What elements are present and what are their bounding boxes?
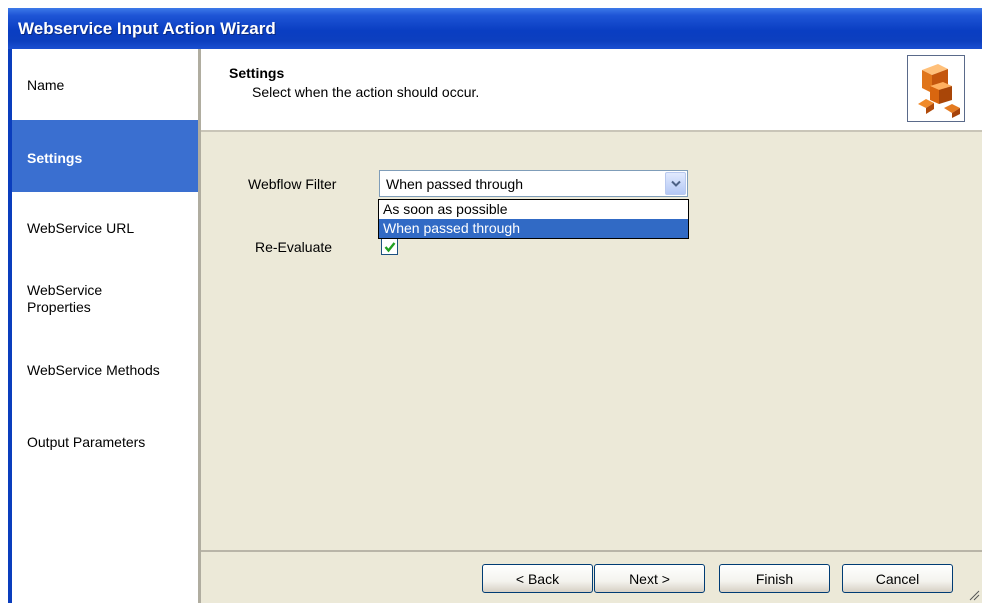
- sidebar-item-webservice-methods[interactable]: WebService Methods: [12, 332, 198, 402]
- finish-button[interactable]: Finish: [719, 564, 830, 593]
- sidebar-item-webservice-properties[interactable]: WebService Properties: [12, 262, 198, 332]
- sidebar-item-label: Settings: [27, 150, 83, 166]
- chevron-down-icon: [671, 180, 681, 187]
- cancel-button[interactable]: Cancel: [842, 564, 953, 593]
- resize-grip-icon[interactable]: [968, 589, 980, 601]
- sidebar-item-label: WebService Methods: [27, 362, 160, 378]
- sidebar-item-output-parameters[interactable]: Output Parameters: [12, 402, 198, 472]
- page-subtitle: Select when the action should occur.: [252, 84, 480, 100]
- re-evaluate-checkbox[interactable]: [381, 238, 398, 255]
- button-bar: < Back Next > Finish Cancel: [201, 552, 982, 603]
- checkmark-icon: [384, 242, 396, 253]
- webflow-filter-value: When passed through: [386, 176, 523, 192]
- dropdown-option[interactable]: As soon as possible: [379, 200, 688, 219]
- re-evaluate-label: Re-Evaluate: [255, 239, 333, 255]
- back-button[interactable]: < Back: [482, 564, 593, 593]
- next-button[interactable]: Next >: [594, 564, 705, 593]
- sidebar-item-name[interactable]: Name: [12, 49, 198, 119]
- settings-panel: Webflow Filter When passed through As so…: [201, 132, 982, 550]
- webflow-filter-label: Webflow Filter: [248, 176, 337, 192]
- webflow-filter-combobox[interactable]: When passed through: [379, 170, 688, 197]
- window-title: Webservice Input Action Wizard: [18, 19, 276, 38]
- sidebar-item-label: WebService Properties: [27, 282, 103, 315]
- header-icon-frame: [907, 55, 965, 122]
- sidebar-item-label: Output Parameters: [27, 434, 146, 450]
- sidebar-item-webservice-url[interactable]: WebService URL: [12, 192, 198, 262]
- webflow-filter-dropdown-list: As soon as possible When passed through: [378, 199, 689, 239]
- sidebar-item-settings[interactable]: Settings: [12, 120, 198, 192]
- cubes-icon: [918, 64, 960, 118]
- page-title: Settings: [229, 65, 285, 81]
- sidebar-item-label: Name: [27, 77, 65, 93]
- sidebar-item-label: WebService URL: [27, 220, 135, 236]
- wizard-window: Webservice Input Action Wizard Name Sett…: [0, 0, 982, 603]
- dropdown-button[interactable]: [665, 172, 686, 195]
- dropdown-option-selected[interactable]: When passed through: [379, 219, 688, 238]
- page-header: Settings Select when the action should o…: [201, 49, 982, 130]
- wizard-steps-sidebar: Name Settings WebService URL WebService …: [12, 49, 198, 603]
- title-bar[interactable]: Webservice Input Action Wizard: [8, 8, 982, 49]
